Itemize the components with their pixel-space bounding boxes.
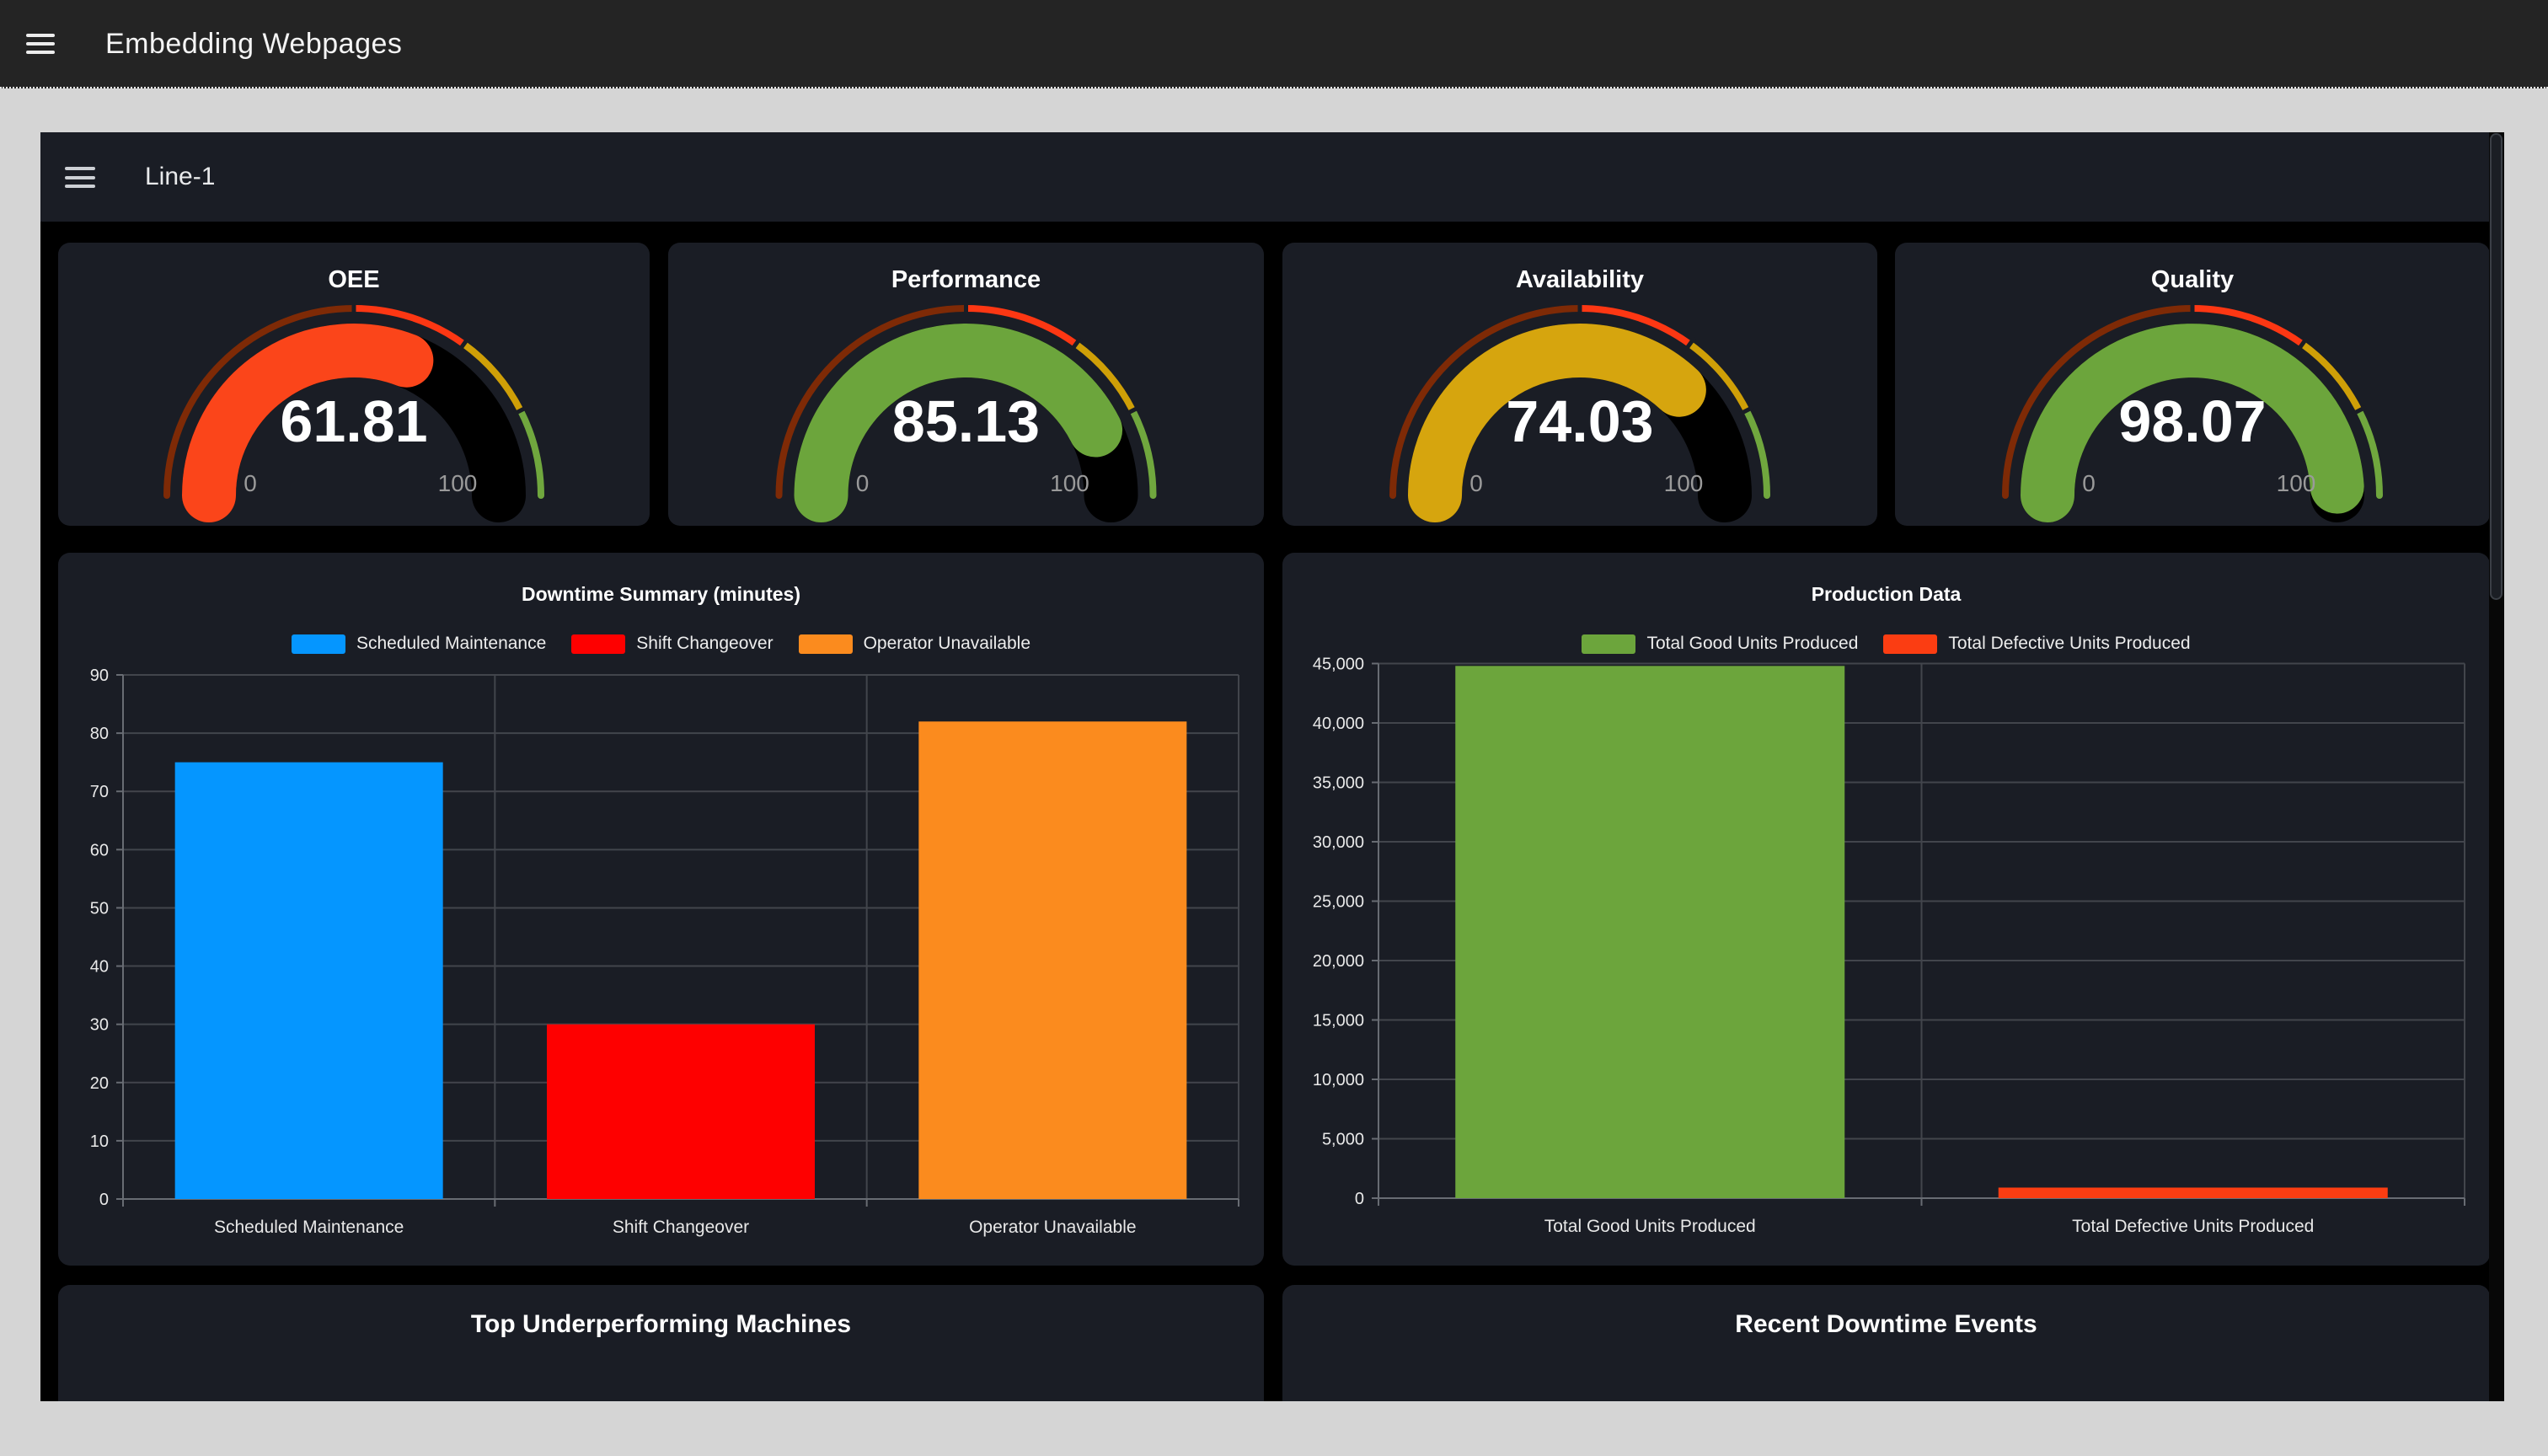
dashboard-menu-icon[interactable] bbox=[65, 167, 95, 188]
axis-label: 45,000 bbox=[1313, 656, 1364, 674]
panel-title: Top Underperforming Machines bbox=[58, 1310, 1264, 1339]
production-bar-chart[interactable]: 0 5,000 10,000 15,000 20,000 25,000 30,000 35,0… bbox=[1282, 553, 2490, 1266]
category-label: Shift Changeover bbox=[613, 1218, 749, 1237]
axis-label: 5,000 bbox=[1322, 1131, 1364, 1149]
legend-item[interactable]: Operator Unavailable bbox=[799, 634, 1030, 654]
category-label: Total Good Units Produced bbox=[1544, 1217, 1756, 1236]
gauge-ring-tip bbox=[2002, 492, 2009, 499]
gauge-card-availability: Availability 74.03 0 100 bbox=[1282, 243, 1877, 526]
app-title: Embedding Webpages bbox=[105, 0, 402, 88]
legend-item[interactable]: Total Defective Units Produced bbox=[1883, 634, 2190, 654]
bar[interactable] bbox=[918, 721, 1186, 1199]
gauge-min-label: 0 bbox=[191, 470, 309, 497]
gauge-max-label: 100 bbox=[399, 470, 517, 497]
axis-label: 80 bbox=[90, 725, 109, 743]
axis-label: 30 bbox=[90, 1016, 109, 1035]
legend-label: Total Good Units Produced bbox=[1646, 634, 1858, 654]
production-data-card: 0 5,000 10,000 15,000 20,000 25,000 30,000 35,0… bbox=[1282, 553, 2490, 1266]
gauge-min-label: 0 bbox=[1417, 470, 1535, 497]
axis-label: 40,000 bbox=[1313, 715, 1364, 733]
chart-legend: Total Good Units Produced Total Defective… bbox=[1282, 630, 2490, 657]
gauge-ring-tip bbox=[163, 492, 170, 499]
bar[interactable] bbox=[547, 1025, 815, 1199]
gauge-value: 85.13 bbox=[668, 388, 1264, 458]
category-label: Scheduled Maintenance bbox=[214, 1218, 404, 1237]
bar[interactable] bbox=[1455, 666, 1844, 1198]
gauge-ring-tip bbox=[538, 492, 544, 499]
axis-label: 50 bbox=[90, 899, 109, 918]
legend-swatch-icon bbox=[1883, 634, 1937, 654]
gauge-card-performance: Performance 85.13 0 100 bbox=[668, 243, 1264, 526]
scrollbar-thumb[interactable] bbox=[2490, 133, 2502, 600]
axis-label: 60 bbox=[90, 841, 109, 859]
embedded-dashboard: Line-1 OEE 61.81 0 100 Performance 85.13… bbox=[40, 132, 2504, 1401]
gauge-max-label: 100 bbox=[1625, 470, 1742, 497]
dashboard-header: Line-1 bbox=[40, 132, 2504, 222]
axis-label: 25,000 bbox=[1313, 893, 1364, 912]
chart-title: Downtime Summary (minutes) bbox=[58, 583, 1264, 606]
axis-label: 0 bbox=[99, 1191, 109, 1209]
axis-label: 20 bbox=[90, 1074, 109, 1093]
gauge-value: 74.03 bbox=[1282, 388, 1877, 458]
legend-item[interactable]: Shift Changeover bbox=[571, 634, 773, 654]
legend-label: Total Defective Units Produced bbox=[1948, 634, 2190, 654]
gauge-min-label: 0 bbox=[804, 470, 922, 497]
gauge-max-label: 100 bbox=[1011, 470, 1129, 497]
bar[interactable] bbox=[175, 763, 443, 1199]
gauge-title: OEE bbox=[58, 266, 650, 294]
gauge-title: Availability bbox=[1282, 266, 1877, 294]
top-underperforming-machines-card: Top Underperforming Machines bbox=[58, 1285, 1264, 1401]
scrollbar-track[interactable] bbox=[2489, 132, 2504, 1401]
gauge-ring-tip bbox=[776, 492, 783, 499]
axis-label: 10 bbox=[90, 1132, 109, 1151]
category-label: Total Defective Units Produced bbox=[2072, 1217, 2314, 1236]
axis-label: 0 bbox=[1355, 1190, 1364, 1208]
gauge-ring-tip bbox=[1150, 492, 1157, 499]
legend-item[interactable]: Total Good Units Produced bbox=[1582, 634, 1858, 654]
gauge-max-label: 100 bbox=[2237, 470, 2355, 497]
gauge-value: 98.07 bbox=[1895, 388, 2490, 458]
legend-swatch-icon bbox=[292, 634, 345, 654]
app-bar: Embedding Webpages bbox=[0, 0, 2548, 88]
chart-title: Production Data bbox=[1282, 583, 2490, 606]
gauge-min-label: 0 bbox=[2030, 470, 2148, 497]
axis-label: 35,000 bbox=[1313, 774, 1364, 793]
bar[interactable] bbox=[1999, 1187, 2388, 1198]
axis-label: 70 bbox=[90, 783, 109, 801]
gauge-ring-tip bbox=[2376, 492, 2383, 499]
axis-label: 30,000 bbox=[1313, 833, 1364, 852]
gauge-ring-tip bbox=[1764, 492, 1770, 499]
axis-label: 10,000 bbox=[1313, 1071, 1364, 1089]
gauge-value: 61.81 bbox=[58, 388, 650, 458]
gauge-title: Quality bbox=[1895, 266, 2490, 294]
downtime-summary-card: 0 10 20 30 40 50 60 70 80 90 Scheduled Maintenance… bbox=[58, 553, 1264, 1266]
legend-label: Scheduled Maintenance bbox=[356, 634, 546, 654]
legend-label: Operator Unavailable bbox=[864, 634, 1030, 654]
gauge-ring-tip bbox=[1389, 492, 1396, 499]
panel-title: Recent Downtime Events bbox=[1282, 1310, 2490, 1339]
axis-label: 90 bbox=[90, 666, 109, 685]
downtime-bar-chart[interactable]: 0 10 20 30 40 50 60 70 80 90 Scheduled Maintenance… bbox=[58, 553, 1264, 1266]
gauge-card-oee: OEE 61.81 0 100 bbox=[58, 243, 650, 526]
dashboard-title: Line-1 bbox=[145, 132, 215, 222]
legend-swatch-icon bbox=[571, 634, 625, 654]
legend-swatch-icon bbox=[1582, 634, 1635, 654]
gauge-title: Performance bbox=[668, 266, 1264, 294]
chart-legend: Scheduled Maintenance Shift Changeover Ope… bbox=[58, 630, 1264, 657]
legend-label: Shift Changeover bbox=[636, 634, 773, 654]
app-menu-icon[interactable] bbox=[26, 34, 55, 54]
axis-label: 40 bbox=[90, 958, 109, 977]
legend-swatch-icon bbox=[799, 634, 853, 654]
category-label: Operator Unavailable bbox=[969, 1218, 1136, 1237]
screen: Embedding Webpages Line-1 OEE 61.81 0 10… bbox=[0, 0, 2548, 1456]
recent-downtime-events-card: Recent Downtime Events bbox=[1282, 1285, 2490, 1401]
legend-item[interactable]: Scheduled Maintenance bbox=[292, 634, 546, 654]
axis-label: 15,000 bbox=[1313, 1012, 1364, 1030]
gauge-card-quality: Quality 98.07 0 100 bbox=[1895, 243, 2490, 526]
axis-label: 20,000 bbox=[1313, 952, 1364, 971]
